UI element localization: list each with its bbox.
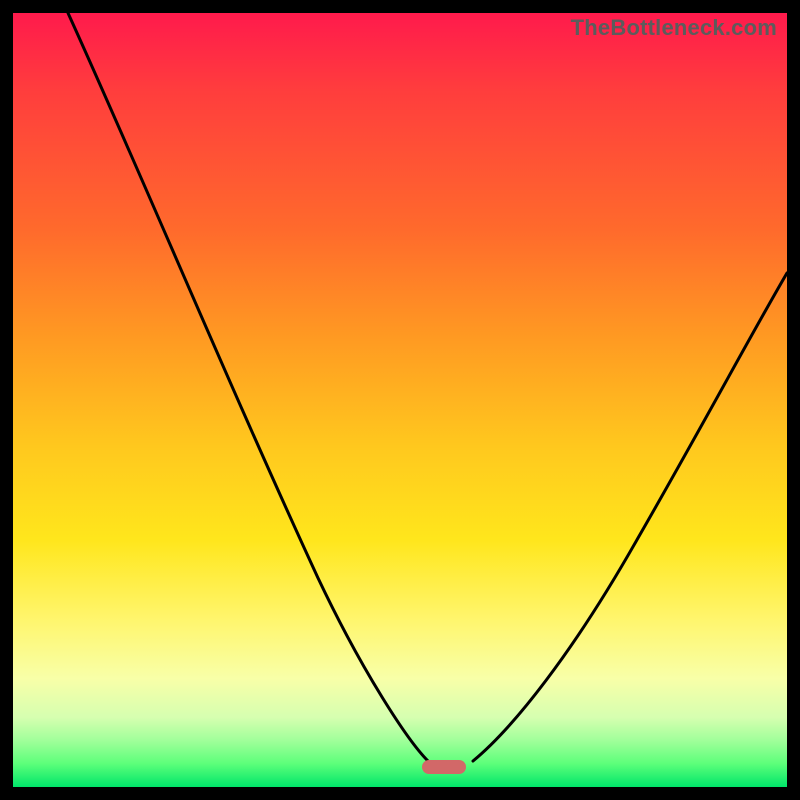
chart-plot-area: TheBottleneck.com (13, 13, 787, 787)
curve-right (473, 273, 787, 761)
chart-frame: TheBottleneck.com (0, 0, 800, 800)
curve-left (68, 13, 428, 761)
bottleneck-marker (422, 760, 466, 774)
curve-svg (13, 13, 787, 787)
